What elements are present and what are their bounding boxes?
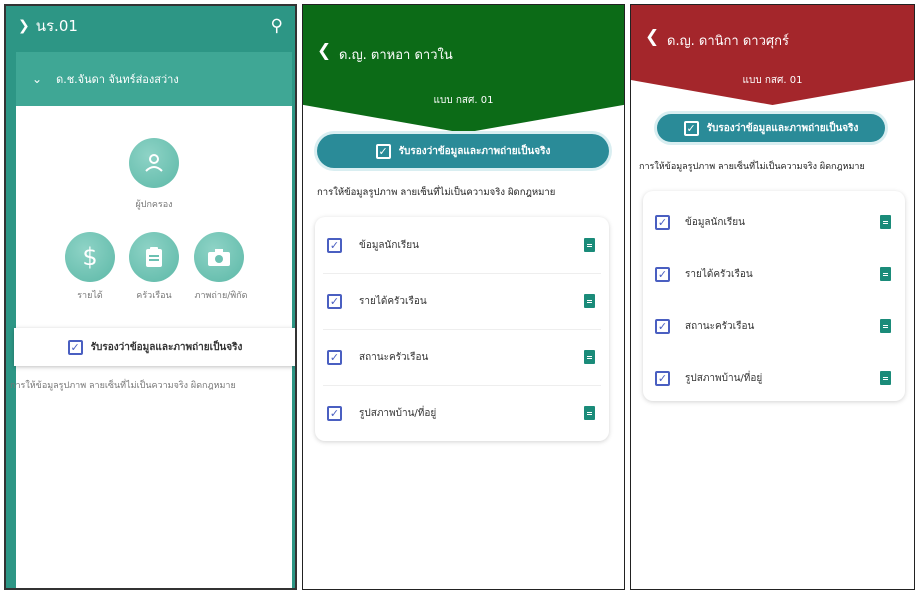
document-icon[interactable] — [880, 371, 891, 385]
back-icon[interactable]: ❮ — [317, 41, 331, 61]
form-title: นร.01 — [35, 17, 78, 35]
student-name: ด.ช.จันดา จันทร์ส่องสว่าง — [56, 73, 179, 86]
list-item[interactable]: ✓ สถานะครัวเรือน — [315, 329, 609, 385]
list-item[interactable]: ✓ รูปสภาพบ้าน/ที่อยู่ — [643, 353, 905, 403]
checkbox-checked-icon[interactable]: ✓ — [375, 143, 391, 159]
photo-button[interactable] — [194, 232, 244, 282]
content-area: ⌄ ด.ช.จันดา จันทร์ส่องสว่าง ผู้ปกครอง $ … — [10, 52, 295, 588]
checkbox-checked-icon[interactable]: ✓ — [327, 349, 342, 365]
income-button[interactable]: $ — [65, 232, 115, 282]
panel-student-green: ❮ ด.ญ. ตาหอา ดาวใน แบบ กสศ. 01 ✓ รับรองว… — [302, 4, 625, 590]
search-icon[interactable]: ⚲ — [271, 16, 283, 36]
item-label: ข้อมูลนักเรียน — [685, 216, 745, 228]
camera-icon — [208, 249, 230, 266]
student-header[interactable]: ⌄ ด.ช.จันดา จันทร์ส่องสว่าง — [16, 52, 292, 106]
top-bar: ❯ นร.01 ⚲ — [6, 6, 295, 46]
certify-label: รับรองว่าข้อมูลและภาพถ่ายเป็นจริง — [90, 341, 243, 353]
item-label: ข้อมูลนักเรียน — [359, 239, 419, 251]
document-icon[interactable] — [584, 294, 595, 308]
checkbox-checked-icon[interactable]: ✓ — [683, 120, 699, 136]
document-icon[interactable] — [584, 350, 595, 364]
item-label: รายได้ครัวเรือน — [685, 268, 753, 280]
chevron-down-icon[interactable]: ❯ — [18, 18, 30, 34]
photo-label: ภาพถ่าย/พิกัด — [194, 291, 248, 301]
legal-warning: การให้ข้อมูลรูปภาพ ลายเซ็นที่ไม่เป็นความ… — [10, 381, 236, 391]
back-icon[interactable]: ❮ — [645, 27, 659, 47]
form-label: แบบ กสศ. 01 — [433, 95, 494, 106]
item-label: รายได้ครัวเรือน — [359, 295, 427, 307]
section-card: ✓ ข้อมูลนักเรียน ✓ รายได้ครัวเรือน ✓ สถา… — [315, 217, 609, 441]
checkbox-checked-icon[interactable]: ✓ — [655, 370, 670, 386]
checkbox-checked-icon[interactable]: ✓ — [655, 214, 670, 230]
household-button[interactable] — [129, 232, 179, 282]
item-label: รูปสภาพบ้าน/ที่อยู่ — [359, 407, 437, 419]
household-label: ครัวเรือน — [136, 291, 172, 301]
document-icon[interactable] — [880, 215, 891, 229]
list-item[interactable]: ✓ รายได้ครัวเรือน — [643, 249, 905, 299]
item-label: สถานะครัวเรือน — [359, 351, 429, 363]
document-icon[interactable] — [880, 267, 891, 281]
clipboard-icon — [146, 247, 162, 267]
form-label: แบบ กสศ. 01 — [742, 75, 803, 86]
list-item[interactable]: ✓ รูปสภาพบ้าน/ที่อยู่ — [315, 385, 609, 441]
section-card: ✓ ข้อมูลนักเรียน ✓ รายได้ครัวเรือน ✓ สถา… — [643, 191, 905, 401]
certify-checkbox-row[interactable]: ✓ รับรองว่าข้อมูลและภาพถ่ายเป็นจริง — [14, 328, 295, 366]
legal-warning: การให้ข้อมูลรูปภาพ ลายเซ็นที่ไม่เป็นความ… — [639, 162, 865, 172]
document-icon[interactable] — [584, 406, 595, 420]
legal-warning: การให้ข้อมูลรูปภาพ ลายเซ็นที่ไม่เป็นความ… — [317, 187, 556, 198]
certify-label: รับรองว่าข้อมูลและภาพถ่ายเป็นจริง — [706, 122, 859, 134]
checkbox-checked-icon[interactable]: ✓ — [655, 266, 670, 282]
checkbox-checked-icon[interactable]: ✓ — [67, 339, 83, 355]
student-name: ด.ญ. ตาหอา ดาวใน — [339, 48, 453, 63]
certify-label: รับรองว่าข้อมูลและภาพถ่ายเป็นจริง — [398, 145, 551, 157]
certify-button[interactable]: ✓ รับรองว่าข้อมูลและภาพถ่ายเป็นจริง — [657, 114, 885, 142]
guardian-button[interactable] — [129, 138, 179, 188]
header: ❮ ด.ญ. ดานิกา ดาวศุกร์ แบบ กสศ. 01 — [631, 5, 914, 105]
item-label: รูปสภาพบ้าน/ที่อยู่ — [685, 372, 763, 384]
header: ❮ ด.ญ. ตาหอา ดาวใน แบบ กสศ. 01 — [303, 5, 624, 133]
document-icon[interactable] — [880, 319, 891, 333]
checkbox-checked-icon[interactable]: ✓ — [327, 405, 342, 421]
dollar-icon: $ — [82, 243, 98, 271]
income-label: รายได้ — [77, 291, 103, 301]
student-name: ด.ญ. ดานิกา ดาวศุกร์ — [667, 34, 789, 49]
list-item[interactable]: ✓ ข้อมูลนักเรียน — [643, 197, 905, 247]
list-item[interactable]: ✓ รายได้ครัวเรือน — [315, 273, 609, 329]
guardian-label: ผู้ปกครอง — [135, 200, 173, 210]
certify-button[interactable]: ✓ รับรองว่าข้อมูลและภาพถ่ายเป็นจริง — [317, 134, 609, 168]
panel-student-red: ❮ ด.ญ. ดานิกา ดาวศุกร์ แบบ กสศ. 01 ✓ รับ… — [630, 4, 915, 590]
item-label: สถานะครัวเรือน — [685, 320, 755, 332]
list-item[interactable]: ✓ สถานะครัวเรือน — [643, 301, 905, 351]
checkbox-checked-icon[interactable]: ✓ — [327, 293, 342, 309]
person-icon — [145, 154, 163, 172]
document-icon[interactable] — [584, 238, 595, 252]
panel-student-menu: ❯ นร.01 ⚲ ⌄ ด.ช.จันดา จันทร์ส่องสว่าง ผู… — [4, 4, 297, 590]
checkbox-checked-icon[interactable]: ✓ — [327, 237, 342, 253]
list-item[interactable]: ✓ ข้อมูลนักเรียน — [315, 217, 609, 273]
checkbox-checked-icon[interactable]: ✓ — [655, 318, 670, 334]
chevron-down-icon[interactable]: ⌄ — [32, 72, 42, 86]
